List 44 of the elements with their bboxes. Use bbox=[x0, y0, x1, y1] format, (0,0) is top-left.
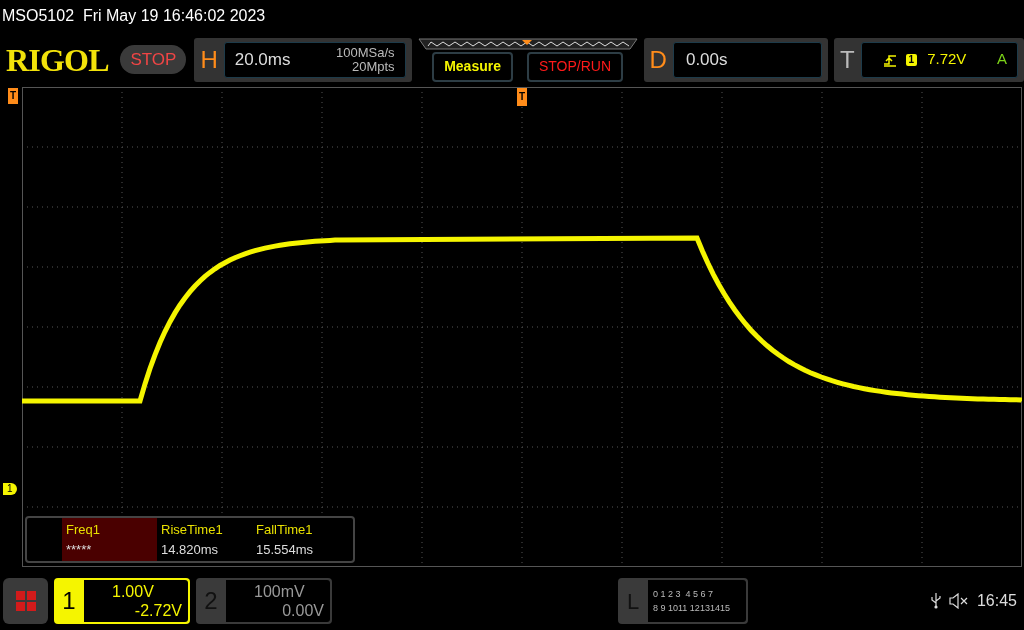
delay-label: D bbox=[649, 44, 667, 75]
logo: RIGOL bbox=[6, 40, 110, 80]
measurement-name: RiseTime1 bbox=[161, 521, 224, 539]
logic-channels-row-text: 8 9 1011 12131415 bbox=[653, 602, 731, 615]
trigger-mode: A bbox=[997, 49, 1007, 70]
measurement-value: 14.820ms bbox=[161, 540, 220, 559]
run-state-indicator: STOP bbox=[120, 44, 187, 75]
measurement-item[interactable]: FallTime1 15.554ms bbox=[252, 518, 347, 561]
logic-channels-row-text: 0 1 2 3 4 5 6 7 bbox=[653, 588, 715, 601]
rising-edge-icon bbox=[883, 52, 896, 67]
trigger-position-marker: T bbox=[517, 88, 528, 106]
measurement-value: ***** bbox=[66, 540, 93, 559]
trigger-panel[interactable]: T 1 7.72V A bbox=[833, 37, 1024, 82]
clock: 16:45 bbox=[976, 591, 1017, 611]
trigger-level-marker: T bbox=[8, 88, 19, 104]
horizontal-panel[interactable]: H 20.0ms 100MSa/s 20Mpts bbox=[194, 37, 412, 82]
delay-panel[interactable]: D 0.00s bbox=[643, 37, 828, 82]
trigger-label: T bbox=[839, 44, 855, 75]
measurement-item[interactable]: Freq1 ***** bbox=[62, 518, 157, 561]
measurement-value: 15.554ms bbox=[256, 540, 315, 559]
grid-menu-icon bbox=[15, 591, 36, 611]
memory-depth: 20Mpts bbox=[351, 59, 395, 74]
sample-rate: 100MSa/s bbox=[336, 45, 395, 60]
channel-number: 1 bbox=[61, 586, 77, 616]
channel-panel[interactable]: 1 1.00V -2.72V bbox=[54, 578, 190, 624]
menu-button[interactable] bbox=[3, 578, 48, 624]
channel-marker: 1 bbox=[3, 483, 17, 495]
measurement-name: Freq1 bbox=[66, 521, 101, 539]
stop-run-button[interactable]: STOP/RUN bbox=[526, 51, 624, 82]
trigger-level: 7.72V bbox=[927, 49, 967, 70]
measure-button[interactable]: Measure bbox=[432, 51, 513, 82]
channel-scale: 1.00V bbox=[111, 582, 155, 601]
channel-offset: 0.00V bbox=[282, 601, 324, 620]
measurement-item[interactable]: RiseTime1 14.820ms bbox=[157, 518, 252, 561]
measurement-name: FallTime1 bbox=[256, 521, 314, 539]
usb-icon bbox=[930, 593, 941, 609]
model-datetime: MSO5102 Fri May 19 16:46:02 2023 bbox=[2, 6, 266, 26]
trigger-source: 1 bbox=[905, 53, 918, 66]
timebase-value: 20.0ms bbox=[234, 48, 291, 71]
muted-speaker-icon bbox=[948, 593, 969, 609]
delay-value: 0.00s bbox=[685, 48, 728, 71]
horizontal-label: H bbox=[200, 44, 218, 75]
channel-offset: -2.72V bbox=[134, 601, 182, 620]
channel-scale: 100mV bbox=[253, 582, 306, 601]
